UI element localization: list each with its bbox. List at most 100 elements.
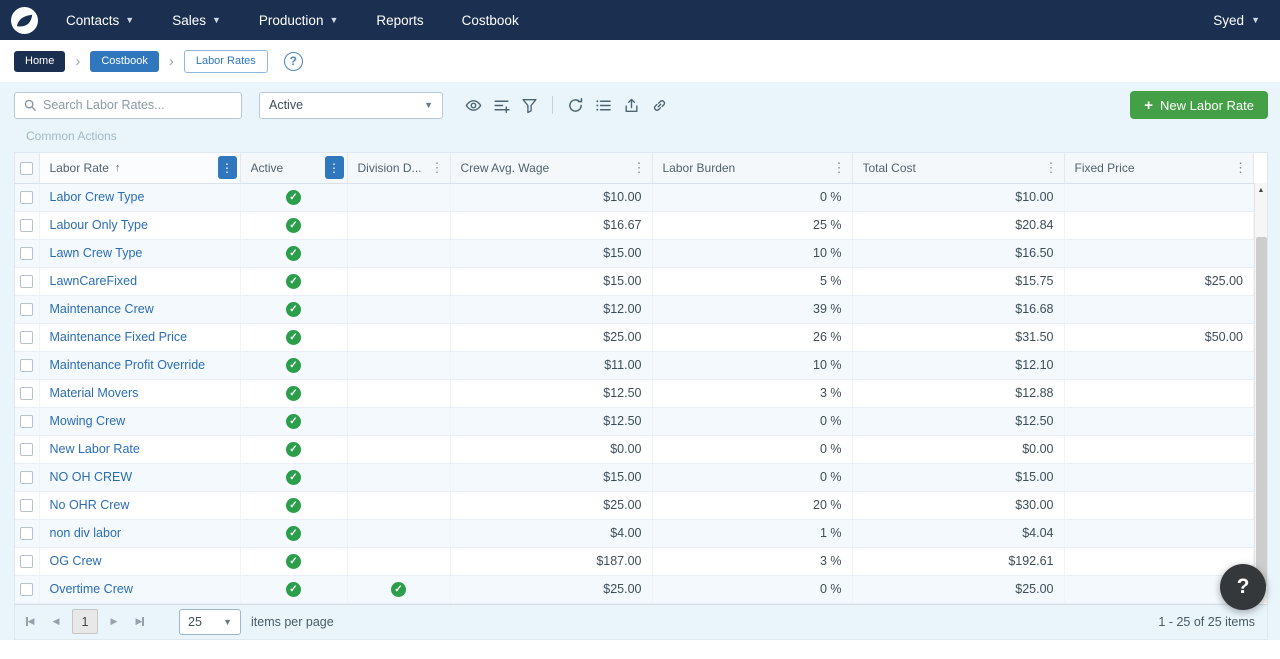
table-row: Labour Only Type✓$16.6725 %$20.84 (15, 211, 1254, 239)
column-menu-icon[interactable]: ⋮ (428, 156, 447, 179)
row-checkbox[interactable] (20, 191, 33, 204)
row-checkbox[interactable] (20, 499, 33, 512)
select-all-checkbox[interactable] (20, 162, 33, 175)
labor-rate-link[interactable]: No OHR Crew (50, 498, 130, 512)
row-checkbox[interactable] (20, 247, 33, 260)
pager-page-1[interactable]: 1 (72, 609, 98, 634)
labor-rate-link[interactable]: NO OH CREW (50, 470, 133, 484)
nav-item-contacts[interactable]: Contacts▼ (66, 13, 134, 28)
column-menu-icon[interactable]: ⋮ (1231, 156, 1250, 179)
table-body: Labor Crew Type✓$10.000 %$10.00Labour On… (15, 183, 1254, 603)
column-header-labor-rate[interactable]: Labor Rate↑ ⋮ (39, 153, 240, 183)
breadcrumb-home[interactable]: Home (14, 51, 65, 72)
row-checkbox[interactable] (20, 387, 33, 400)
nav-item-label: Sales (172, 13, 206, 28)
row-checkbox[interactable] (20, 331, 33, 344)
column-menu-icon[interactable]: ⋮ (630, 156, 649, 179)
labor-rate-name-cell: non div labor (39, 519, 240, 547)
labor-rate-link[interactable]: LawnCareFixed (50, 274, 138, 288)
column-header-active[interactable]: Active ⋮ (240, 153, 347, 183)
nav-item-costbook[interactable]: Costbook (462, 13, 519, 28)
vertical-scrollbar[interactable]: ▲ (1254, 183, 1267, 603)
labor-rate-link[interactable]: OG Crew (50, 554, 102, 568)
row-checkbox-cell (15, 295, 39, 323)
app-logo[interactable] (11, 7, 38, 34)
breadcrumb-labor-rates[interactable]: Labor Rates (184, 50, 268, 73)
row-checkbox[interactable] (20, 303, 33, 316)
nav-item-sales[interactable]: Sales▼ (172, 13, 221, 28)
column-menu-icon[interactable]: ⋮ (830, 156, 849, 179)
export-icon[interactable] (619, 93, 644, 118)
pager: ◀ ◀ 1 ▶ ▶ 25 ▼ items per page 1 - 25 of … (14, 604, 1268, 640)
active-check-icon: ✓ (286, 386, 301, 401)
row-checkbox[interactable] (20, 527, 33, 540)
pager-first-button[interactable]: ◀ (17, 609, 43, 635)
refresh-icon[interactable] (563, 93, 588, 118)
link-icon[interactable] (647, 93, 672, 118)
labor-rate-link[interactable]: non div labor (50, 526, 122, 540)
labor-rate-link[interactable]: Maintenance Crew (50, 302, 154, 316)
grid-toolbar: Active ▼ (14, 82, 1268, 119)
labor-rate-name-cell: Overtime Crew (39, 575, 240, 603)
columns-icon[interactable] (489, 93, 514, 118)
filter-icon[interactable] (517, 93, 542, 118)
chevron-down-icon: ▼ (125, 15, 134, 25)
breadcrumb-costbook[interactable]: Costbook (90, 51, 158, 72)
nav-item-reports[interactable]: Reports (376, 13, 423, 28)
labor-rate-link[interactable]: Labor Crew Type (50, 190, 145, 204)
scrollbar-thumb[interactable] (1256, 237, 1267, 587)
row-checkbox[interactable] (20, 359, 33, 372)
column-header-fixed-price[interactable]: Fixed Price ⋮ (1064, 153, 1254, 183)
labor-burden-cell: 39 % (652, 295, 852, 323)
labor-rate-name-cell: New Labor Rate (39, 435, 240, 463)
row-checkbox[interactable] (20, 583, 33, 596)
labor-rate-link[interactable]: Overtime Crew (50, 582, 133, 596)
labor-rate-link[interactable]: Lawn Crew Type (50, 246, 143, 260)
labor-rate-link[interactable]: Labour Only Type (50, 218, 148, 232)
pager-next-button[interactable]: ▶ (101, 609, 127, 635)
row-checkbox-cell (15, 379, 39, 407)
labor-burden-cell: 0 % (652, 463, 852, 491)
status-filter-select[interactable]: Active ▼ (259, 92, 443, 119)
column-menu-icon[interactable]: ⋮ (218, 156, 237, 179)
row-checkbox[interactable] (20, 555, 33, 568)
column-header-total-cost[interactable]: Total Cost ⋮ (852, 153, 1064, 183)
column-header-labor-burden[interactable]: Labor Burden ⋮ (652, 153, 852, 183)
division-default-cell (347, 211, 450, 239)
column-header-division-default[interactable]: Division D... ⋮ (347, 153, 450, 183)
pager-last-button[interactable]: ▶ (127, 609, 153, 635)
labor-rate-link[interactable]: Maintenance Profit Override (50, 358, 206, 372)
column-header-crew-avg-wage[interactable]: Crew Avg. Wage ⋮ (450, 153, 652, 183)
help-icon[interactable]: ? (284, 52, 303, 71)
row-checkbox[interactable] (20, 443, 33, 456)
common-actions-button[interactable]: Common Actions (26, 129, 117, 143)
user-menu[interactable]: Syed▼ (1213, 13, 1260, 28)
column-menu-icon[interactable]: ⋮ (325, 156, 344, 179)
row-checkbox[interactable] (20, 219, 33, 232)
row-checkbox[interactable] (20, 415, 33, 428)
page-size-select[interactable]: 25 ▼ (179, 609, 241, 635)
search-input[interactable] (43, 98, 233, 112)
labor-rate-link[interactable]: Maintenance Fixed Price (50, 330, 188, 344)
search-icon (23, 98, 37, 112)
pager-prev-button[interactable]: ◀ (43, 609, 69, 635)
nav-item-production[interactable]: Production▼ (259, 13, 338, 28)
sort-asc-icon: ↑ (115, 162, 121, 174)
eye-icon[interactable] (461, 93, 486, 118)
labor-rate-link[interactable]: Material Movers (50, 386, 139, 400)
active-cell: ✓ (240, 239, 347, 267)
row-checkbox[interactable] (20, 275, 33, 288)
labor-rate-link[interactable]: New Labor Rate (50, 442, 140, 456)
nav-menu: Contacts▼ Sales▼ Production▼ Reports Cos… (66, 13, 519, 28)
floating-help-button[interactable]: ? (1220, 564, 1266, 610)
column-menu-icon[interactable]: ⋮ (1042, 156, 1061, 179)
division-default-cell (347, 407, 450, 435)
row-checkbox[interactable] (20, 471, 33, 484)
table-area: Labor Rate↑ ⋮ Active ⋮ Division D... (14, 152, 1268, 604)
list-icon[interactable] (591, 93, 616, 118)
total-cost-cell: $192.61 (852, 547, 1064, 575)
scroll-up-icon[interactable]: ▲ (1255, 183, 1267, 194)
row-checkbox-cell (15, 463, 39, 491)
labor-rate-link[interactable]: Mowing Crew (50, 414, 126, 428)
new-labor-rate-button[interactable]: + New Labor Rate (1130, 91, 1268, 119)
